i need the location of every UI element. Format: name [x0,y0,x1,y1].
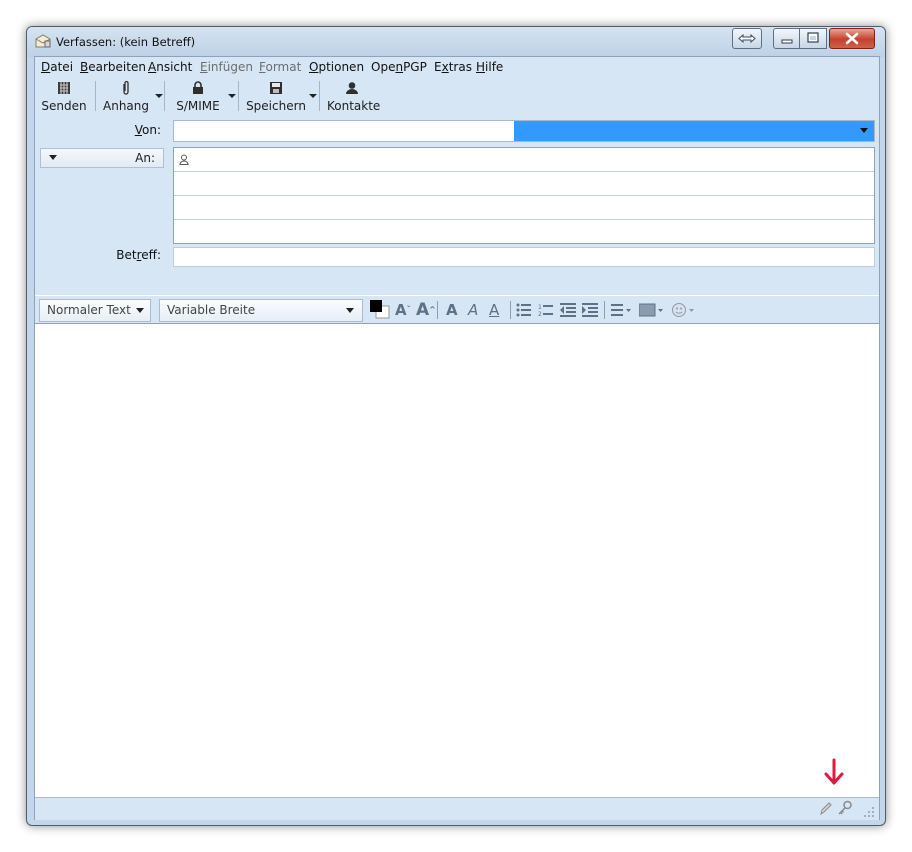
font-size-smaller-icon[interactable]: Aˇ [395,300,411,320]
menu-bearbeiten[interactable]: Bearbeiten [80,60,146,74]
menu-format[interactable]: Format [259,60,301,74]
recipient-row[interactable] [174,172,874,196]
chevron-down-icon [49,155,57,160]
window-title: Verfassen: (kein Betreff) [56,35,196,49]
numbered-list-icon[interactable]: 12 [538,303,554,317]
outdent-icon[interactable] [560,303,576,317]
resize-toggle-button[interactable] [732,28,762,49]
from-account-masked [174,121,514,141]
toolbar-separator [164,81,165,111]
maximize-button[interactable] [799,28,827,49]
address-book-person-icon [179,154,189,165]
chevron-down-icon [346,308,354,313]
pencil-icon[interactable] [819,801,833,816]
smime-button[interactable]: S/MIME [171,79,225,115]
save-button[interactable]: Speichern [245,79,307,115]
send-icon [58,82,70,94]
compose-window: Verfassen: (kein Betreff) Datei Bearbeit… [26,26,886,826]
annotation-arrow-down-icon [824,758,844,785]
menu-hilfe[interactable]: Hilfe [476,60,503,74]
message-body-editor[interactable] [35,323,879,798]
text-color-icon[interactable] [369,299,391,320]
menu-extras[interactable]: Extras [434,60,472,74]
chevron-down-icon [136,308,144,313]
menu-einfuegen[interactable]: Einfügen [200,60,253,74]
client-area: Datei Bearbeiten Ansicht Einfügen Format… [34,56,880,820]
menu-openpgp[interactable]: OpenPGP [371,60,427,74]
toolbar-separator [604,301,605,319]
svg-text:2: 2 [538,311,542,317]
attach-dropdown-arrow-icon[interactable] [155,91,164,101]
title-bar[interactable]: Verfassen: (kein Betreff) [27,27,885,57]
address-headers: Von: An: Betreff: [35,117,879,295]
floppy-disk-icon [270,82,282,94]
recipient-row[interactable] [174,196,874,220]
toolbar-separator [437,301,438,319]
recipients-list[interactable] [173,147,875,244]
save-dropdown-arrow-icon[interactable] [309,91,318,101]
send-button[interactable]: Senden [39,79,89,115]
toolbar-separator [238,81,239,111]
menu-optionen[interactable]: Optionen [309,60,364,74]
minimize-button[interactable] [773,28,801,49]
formatting-toolbar: Normaler Text Variable Breite Aˇ A^ A A … [35,295,879,323]
toolbar-separator [95,81,96,111]
attach-button[interactable]: Anhang [101,79,151,115]
toolbar-separator [319,81,320,111]
italic-icon[interactable]: A [468,300,478,320]
close-icon [845,32,859,45]
main-toolbar: Senden Anhang S/MIME Speichern Kontakte [35,77,879,117]
indent-icon[interactable] [582,303,598,317]
bullet-list-icon[interactable] [516,303,532,317]
contact-person-icon [346,82,358,94]
resize-grip-icon[interactable] [863,806,875,818]
compose-envelope-icon [35,34,51,48]
font-family-select[interactable]: Variable Breite [159,299,363,322]
menu-datei[interactable]: Datei [41,60,73,74]
from-select[interactable] [173,120,875,142]
menu-ansicht[interactable]: Ansicht [148,60,192,74]
smiley-icon[interactable] [671,302,697,318]
lock-icon [193,81,203,94]
contacts-button[interactable]: Kontakte [327,79,380,115]
chevron-down-icon [860,128,868,133]
menu-bar: Datei Bearbeiten Ansicht Einfügen Format… [35,57,879,77]
toolbar-separator [510,301,511,319]
subject-input[interactable] [173,247,875,267]
subject-label: Betreff: [116,248,161,262]
svg-text:1: 1 [538,304,542,311]
paperclip-icon [123,81,129,95]
recipient-row[interactable] [174,220,874,243]
recipient-row[interactable] [174,148,874,172]
double-arrow-icon [738,33,756,44]
recipient-type-select[interactable]: An: [40,148,164,168]
underline-icon[interactable]: A [489,300,499,320]
align-left-icon[interactable] [611,303,633,317]
status-bar [35,797,879,820]
paragraph-style-select[interactable]: Normaler Text [39,299,151,322]
font-size-larger-icon[interactable]: A^ [416,300,436,320]
insert-image-icon[interactable] [639,303,665,317]
key-icon[interactable] [837,800,853,817]
minimize-icon [781,39,793,44]
maximize-icon [807,32,819,43]
close-button[interactable] [829,28,875,49]
bold-icon[interactable]: A [446,300,458,320]
smime-dropdown-arrow-icon[interactable] [228,91,237,101]
from-label: Von: [134,123,161,137]
